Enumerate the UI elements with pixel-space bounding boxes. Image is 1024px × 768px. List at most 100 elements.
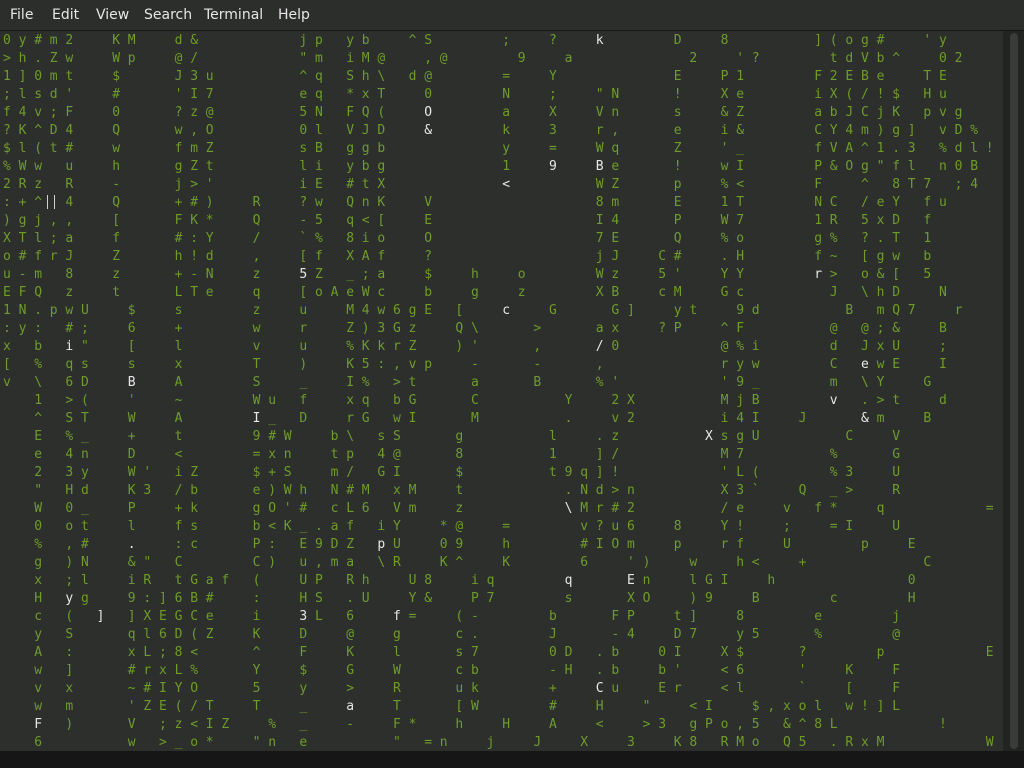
rain-glyph: # bbox=[346, 177, 355, 192]
rain-glyph: w bbox=[892, 249, 901, 264]
terminal-output[interactable]: 0 y # m 2 K Md & j p y b ^ S;? k D 8](o g # ' y > h. Zw Wp @ / " m i M… bbox=[0, 31, 1003, 751]
menu-edit[interactable]: Edit bbox=[50, 0, 81, 30]
menu-help[interactable]: Help bbox=[276, 0, 312, 30]
rain-glyph: 7 bbox=[595, 231, 604, 246]
rain-glyph: . bbox=[127, 537, 136, 552]
rain-glyph: ' bbox=[143, 465, 152, 480]
rain-glyph: w bbox=[689, 555, 698, 570]
rain-glyph: b bbox=[34, 339, 43, 354]
rain-glyph: w bbox=[65, 303, 74, 318]
rain-glyph: ; bbox=[502, 33, 511, 48]
menu-search[interactable]: Search bbox=[142, 0, 194, 30]
rain-glyph: ^ bbox=[34, 411, 43, 426]
rain-glyph: F bbox=[34, 717, 43, 732]
rain-glyph: i bbox=[361, 231, 370, 246]
rain-glyph: % bbox=[720, 231, 729, 246]
rain-glyph: D bbox=[174, 627, 183, 642]
rain-glyph: \ bbox=[377, 555, 386, 570]
rain-glyph: X bbox=[377, 177, 386, 192]
rain-glyph: 1 bbox=[876, 141, 885, 156]
rain-glyph: f bbox=[346, 519, 355, 534]
rain-glyph: J bbox=[65, 249, 74, 264]
rain-glyph: = bbox=[424, 735, 433, 750]
rain-glyph: t bbox=[829, 51, 838, 66]
rain-glyph: o bbox=[798, 699, 807, 714]
rain-glyph: y bbox=[299, 681, 308, 696]
scrollbar-thumb[interactable] bbox=[1010, 33, 1018, 749]
rain-glyph: M bbox=[471, 411, 479, 426]
rain-glyph: d bbox=[751, 303, 760, 318]
rain-glyph: t bbox=[408, 375, 417, 390]
rain-glyph: i bbox=[751, 339, 760, 354]
rain-glyph: 8 bbox=[720, 33, 729, 48]
rain-glyph: i bbox=[346, 51, 355, 66]
rain-glyph: 0 bbox=[424, 87, 433, 102]
rain-glyph: v bbox=[939, 123, 947, 138]
rain-glyph: [ bbox=[455, 699, 464, 714]
rain-glyph: y bbox=[65, 591, 74, 606]
menu-terminal[interactable]: Terminal bbox=[202, 0, 265, 30]
rain-glyph: ; bbox=[65, 573, 74, 588]
rain-glyph: o bbox=[315, 285, 323, 300]
rain-glyph: , bbox=[424, 51, 433, 66]
rain-glyph: D bbox=[299, 627, 308, 642]
rain-glyph: y bbox=[502, 141, 511, 156]
rain-glyph: ' bbox=[720, 375, 729, 390]
rain-glyph: 4 bbox=[65, 123, 74, 138]
rain-glyph: = bbox=[408, 609, 417, 624]
rain-glyph: @ bbox=[455, 519, 464, 534]
rain-glyph: u bbox=[299, 339, 308, 354]
rain-glyph: - bbox=[549, 663, 557, 678]
rain-glyph: h bbox=[736, 555, 745, 570]
rain-glyph: N bbox=[81, 555, 89, 570]
rain-glyph: ; bbox=[159, 717, 167, 732]
rain-glyph: d bbox=[81, 483, 89, 498]
rain-glyph: q bbox=[486, 573, 495, 588]
rain-glyph: L bbox=[174, 663, 183, 678]
rain-glyph: o bbox=[65, 519, 74, 534]
rain-glyph: # bbox=[876, 33, 885, 48]
rain-glyph: W bbox=[595, 141, 604, 156]
rain-glyph: ! bbox=[736, 519, 745, 534]
menu-file[interactable]: File bbox=[8, 0, 35, 30]
rain-glyph: i bbox=[814, 87, 823, 102]
menu-view[interactable]: View bbox=[94, 0, 131, 30]
rain-glyph: E bbox=[892, 357, 901, 372]
rain-glyph: c bbox=[377, 285, 386, 300]
vertical-scrollbar[interactable] bbox=[1003, 31, 1024, 751]
rain-glyph: g bbox=[861, 33, 869, 48]
rain-glyph: r bbox=[595, 501, 604, 516]
rain-glyph: t bbox=[361, 177, 370, 192]
rain-glyph: H bbox=[595, 699, 604, 714]
rain-glyph: * bbox=[346, 87, 355, 102]
rain-glyph: \ bbox=[861, 375, 869, 390]
rain-glyph: T bbox=[190, 285, 199, 300]
rain-glyph: C bbox=[174, 555, 183, 570]
rain-glyph: = bbox=[502, 69, 511, 84]
rain-glyph: p bbox=[315, 33, 323, 48]
rain-glyph: F bbox=[65, 105, 74, 120]
rain-glyph: K bbox=[845, 663, 854, 678]
rain-glyph: j bbox=[892, 609, 901, 624]
rain-glyph: v bbox=[34, 105, 43, 120]
rain-glyph: g bbox=[81, 591, 89, 606]
rain-glyph: 0 bbox=[954, 159, 963, 174]
rain-glyph: B bbox=[127, 375, 136, 390]
rain-glyph: w bbox=[174, 123, 183, 138]
rain-glyph: ( bbox=[829, 33, 838, 48]
rain-glyph: I bbox=[190, 87, 199, 102]
rain-glyph: ( bbox=[377, 105, 386, 120]
rain-glyph: C bbox=[923, 555, 932, 570]
rain-glyph: . bbox=[34, 303, 43, 318]
rain-glyph: _ bbox=[346, 267, 355, 282]
rain-glyph: # bbox=[299, 501, 308, 516]
rain-glyph: r bbox=[720, 537, 729, 552]
rain-glyph: D bbox=[81, 375, 89, 390]
rain-glyph: ^ bbox=[455, 555, 464, 570]
rain-glyph: ; bbox=[954, 177, 963, 192]
rain-glyph: L bbox=[829, 717, 838, 732]
rain-glyph: x bbox=[611, 321, 620, 336]
rain-glyph: 3 bbox=[65, 465, 74, 480]
rain-glyph: 1 bbox=[736, 69, 745, 84]
rain-glyph: q bbox=[564, 573, 573, 588]
